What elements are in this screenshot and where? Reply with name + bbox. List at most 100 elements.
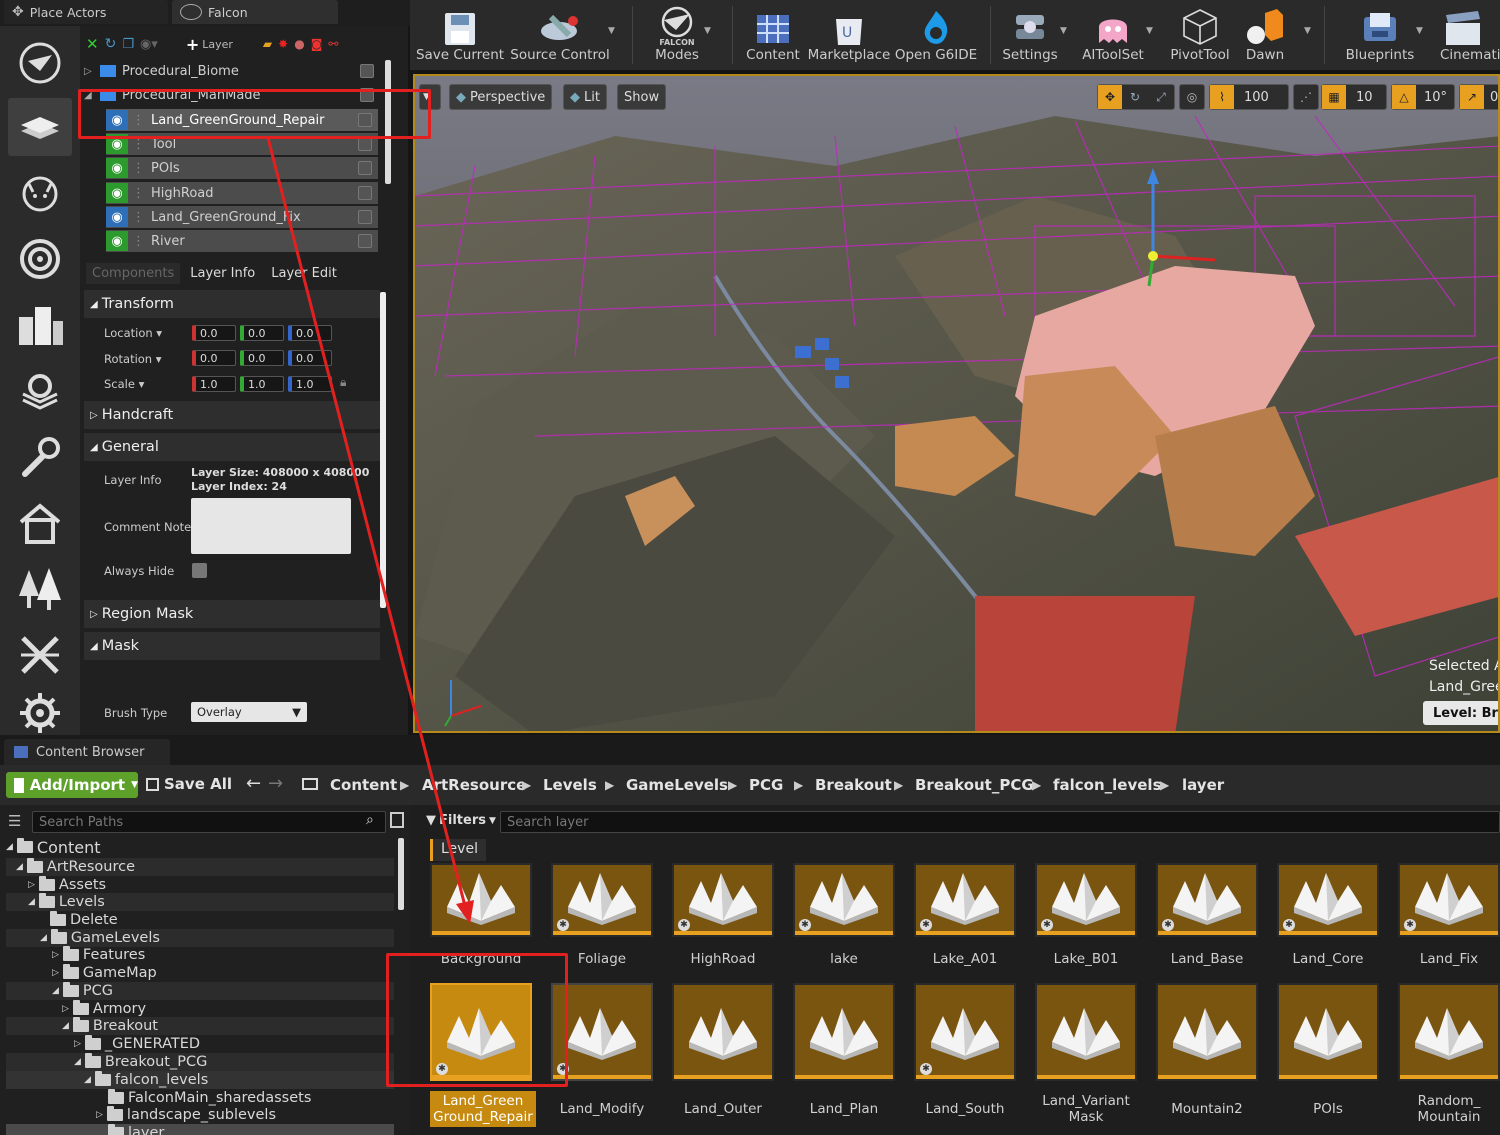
tree-item-pcg[interactable]: ◢ PCG	[6, 982, 394, 1000]
asset-tile[interactable]: ✱	[1035, 863, 1137, 937]
rotation-snap-value[interactable]: 10	[1356, 90, 1373, 105]
wrench-mode-button[interactable]	[8, 428, 72, 486]
copy-layer-icon[interactable]: ❐	[122, 37, 134, 52]
filters-button[interactable]: ▼ Filters ▼	[426, 813, 496, 828]
camera-icon[interactable]: ◙	[311, 37, 323, 51]
brush-type-dropdown[interactable]: Overlay ▼	[191, 702, 307, 722]
refresh-icon[interactable]: ↻	[105, 36, 117, 52]
region-mask-section-header[interactable]: ▷ Region Mask	[84, 600, 380, 628]
grid-snap-value[interactable]: 100	[1244, 90, 1269, 105]
scale-icon[interactable]: ⤢	[1148, 90, 1174, 105]
level-viewport[interactable]: ▼ ◆ Perspective ◆ Lit Show ✥ ↻ ⤢ ◎ ⌇ 100 ⋰…	[413, 74, 1500, 733]
terrain-scene[interactable]	[415, 76, 1500, 733]
asset-tile[interactable]: ✱	[672, 863, 774, 937]
source-control-button[interactable]: Source Control	[510, 2, 610, 68]
settings-button[interactable]: Settings	[998, 2, 1062, 68]
breadcrumb-breakout[interactable]: Breakout	[815, 776, 892, 794]
tree-item-falconmain-sharedassets[interactable]: FalconMain_sharedassets	[6, 1089, 394, 1107]
layer-item-pois[interactable]: ◉ ⋮ POIs	[106, 157, 378, 179]
tree-item-layer[interactable]: layer	[6, 1124, 394, 1135]
surface-snap-icon[interactable]: ⌇	[1210, 85, 1234, 109]
layer-item-river[interactable]: ◉ ⋮ River	[106, 230, 378, 252]
foliage-mode-button[interactable]	[8, 560, 72, 618]
tab-layer-edit[interactable]: Layer Edit	[265, 263, 343, 284]
tab-place-actors[interactable]: ✥ Place Actors	[4, 0, 168, 24]
search-paths-input[interactable]: Search Paths	[32, 811, 386, 833]
layer-item-highroad[interactable]: ◉ ⋮ HighRoad	[106, 182, 378, 204]
asset-tile[interactable]	[430, 863, 532, 937]
tree-item-artresource[interactable]: ◢ ArtResource	[6, 858, 394, 876]
asset-tile[interactable]: ✱	[1156, 863, 1258, 937]
layer-lock-checkbox[interactable]	[358, 161, 372, 175]
search-layer-input[interactable]: Search layer	[500, 811, 1500, 833]
scale-lock-icon[interactable]: 🔒︎	[340, 375, 346, 390]
tree-item-gamemap[interactable]: ▷ GameMap	[6, 964, 394, 982]
tree-item-breakout-pcg[interactable]: ◢ Breakout_PCG	[6, 1053, 394, 1071]
blueprints-dropdown-icon[interactable]: ▼	[1416, 26, 1423, 36]
sphere-icon[interactable]: ●	[294, 37, 304, 51]
gear-layers-mode-button[interactable]	[8, 362, 72, 420]
rotate-icon[interactable]: ↻	[1122, 90, 1148, 104]
asset-tile[interactable]: ✱	[793, 863, 895, 937]
handcraft-section-header[interactable]: ▷ Handcraft	[84, 401, 380, 429]
tab-layer-info[interactable]: Layer Info	[184, 263, 261, 284]
layer-lock-checkbox[interactable]	[358, 186, 372, 200]
search-icon[interactable]: ⌕	[366, 812, 374, 828]
tree-item-falcon-levels[interactable]: ◢ falcon_levels	[6, 1071, 394, 1089]
camera-speed-value[interactable]: 0	[1490, 90, 1498, 105]
breadcrumb-falcon-levels[interactable]: falcon_levels	[1053, 776, 1162, 794]
asset-tile[interactable]	[1035, 983, 1137, 1081]
cat-mode-button[interactable]	[8, 164, 72, 222]
roads-mode-button[interactable]	[8, 626, 72, 684]
rotation-label[interactable]: Rotation ▾	[104, 352, 162, 366]
layer-item-land-greenground-fix[interactable]: ◉ ⋮ Land_GreenGround_Fix	[106, 206, 378, 228]
scale-y-field[interactable]: 1.0	[240, 376, 284, 392]
eye-icon[interactable]: ◉	[106, 183, 128, 203]
scale-x-field[interactable]: 1.0	[192, 376, 236, 392]
details-scrollbar[interactable]	[380, 292, 386, 608]
splat-icon[interactable]: ✸	[278, 37, 288, 51]
rotation-x-field[interactable]: 0.0	[192, 350, 236, 366]
view-options-icon[interactable]	[390, 812, 404, 828]
asset-tile[interactable]: ✱	[551, 863, 653, 937]
tree-view-toggle-icon[interactable]: ☰	[8, 812, 21, 830]
falcon-mode-button[interactable]	[8, 34, 72, 92]
expand-arrow-icon[interactable]: ▷	[84, 66, 94, 77]
camera-speed-icon[interactable]: ↗	[1460, 85, 1484, 109]
buildings-mode-button[interactable]	[8, 296, 72, 354]
breadcrumb-separator-icon[interactable]: ▶	[522, 778, 531, 792]
forward-arrow-icon[interactable]: →	[268, 773, 283, 794]
add-import-button[interactable]: Add/Import ▼	[6, 772, 138, 798]
asset-tile[interactable]	[793, 983, 895, 1081]
marketplace-button[interactable]: U Marketplace	[808, 2, 890, 68]
asset-tile[interactable]	[1156, 983, 1258, 1081]
brush-icon[interactable]: ▰	[263, 37, 272, 51]
breadcrumb-separator-icon[interactable]: ▶	[605, 778, 614, 792]
scale-label[interactable]: Scale ▾	[104, 377, 144, 391]
angle-snap-icon[interactable]: △	[1392, 85, 1416, 109]
falcon-modes-dropdown-icon[interactable]: ▼	[704, 26, 711, 36]
layer-lock-checkbox[interactable]	[360, 64, 374, 78]
breadcrumb-content[interactable]: Content	[330, 776, 397, 794]
open-g6ide-button[interactable]: Open G6IDE	[895, 2, 977, 68]
breadcrumb-levels[interactable]: Levels	[543, 776, 597, 794]
asset-tile[interactable]	[672, 983, 774, 1081]
eye-icon[interactable]: ◉	[106, 158, 128, 178]
breadcrumb-artresource[interactable]: ArtResource	[422, 776, 526, 794]
breadcrumb-breakout-pcg[interactable]: Breakout_PCG	[915, 776, 1034, 794]
visibility-toggle-icon[interactable]: ◉▾	[140, 37, 158, 52]
location-z-field[interactable]: 0.0	[288, 325, 332, 341]
layers-mode-button[interactable]	[8, 98, 72, 156]
layer-lock-checkbox[interactable]	[358, 210, 372, 224]
aitoolset-dropdown-icon[interactable]: ▼	[1146, 26, 1153, 36]
location-label[interactable]: Location ▾	[104, 326, 162, 340]
pivottool-button[interactable]: PivotTool	[1166, 2, 1234, 68]
eye-icon[interactable]: ◉	[106, 231, 128, 251]
show-button[interactable]: Show	[617, 84, 667, 110]
tree-scrollbar[interactable]	[398, 838, 404, 910]
tab-falcon[interactable]: Falcon	[172, 0, 338, 24]
tree-item-delete[interactable]: Delete	[6, 911, 394, 929]
location-x-field[interactable]: 0.0	[192, 325, 236, 341]
house-mode-button[interactable]	[8, 494, 72, 552]
tree-item-features[interactable]: ▷ Features	[6, 946, 394, 964]
